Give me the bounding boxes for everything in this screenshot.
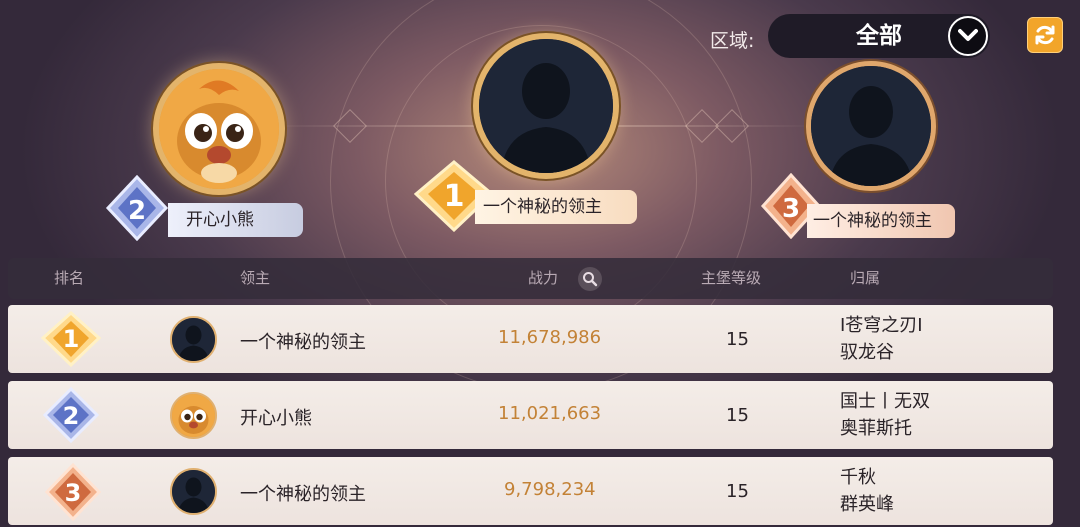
silver-medal-icon: 2 [105, 175, 169, 241]
podium-avatar-1[interactable] [473, 33, 619, 179]
affiliation-alliance: 千秋 [840, 467, 876, 488]
power-value: 11,678,986 [498, 327, 602, 348]
affiliation-alliance: I苍穹之刃I [840, 315, 923, 336]
affiliation-server: 驭龙谷 [840, 342, 894, 363]
ranking-table-header: 排名 领主 战力 主堡等级 归属 [8, 258, 1053, 299]
silver-medal-icon: 2 [43, 387, 99, 443]
lord-name: 一个神秘的领主 [240, 332, 366, 353]
affiliation-server: 奥菲斯托 [840, 418, 912, 439]
silhouette-icon [172, 470, 215, 513]
chevron-down-icon[interactable] [948, 16, 988, 56]
avatar[interactable] [170, 392, 217, 439]
gold-medal-icon: 1 [41, 311, 101, 367]
podium-name-3: 一个神秘的领主 [807, 204, 955, 238]
podium-name-1: 一个神秘的领主 [475, 190, 637, 224]
avatar[interactable] [170, 316, 217, 363]
refresh-icon [1035, 25, 1055, 45]
castle-level: 15 [726, 329, 749, 350]
affiliation-alliance: 国士丨无双 [840, 391, 930, 412]
svg-text:2: 2 [63, 402, 80, 430]
silhouette-icon [811, 66, 931, 186]
refresh-button[interactable] [1027, 17, 1063, 53]
silhouette-icon [172, 318, 215, 361]
region-label: 区域: [710, 30, 755, 52]
svg-text:1: 1 [63, 325, 80, 353]
table-row[interactable]: 1 一个神秘的领主 11,678,986 15 I苍穹之刃I 驭龙谷 [8, 305, 1053, 373]
podium-avatar-3[interactable] [806, 61, 936, 191]
podium-name-2: 开心小熊 [168, 203, 303, 237]
lord-name: 开心小熊 [240, 408, 312, 429]
bronze-medal-icon: 3 [45, 463, 101, 521]
avatar[interactable] [170, 468, 217, 515]
table-row[interactable]: 3 一个神秘的领主 9,798,234 15 千秋 群英峰 [8, 457, 1053, 525]
header-lord: 领主 [240, 269, 271, 287]
castle-level: 15 [726, 405, 749, 426]
header-affiliation: 归属 [850, 269, 881, 287]
lord-name: 一个神秘的领主 [240, 484, 366, 505]
svg-text:3: 3 [65, 479, 82, 507]
silhouette-icon [479, 39, 613, 173]
bear-avatar-icon [159, 69, 279, 189]
svg-text:1: 1 [444, 179, 465, 214]
header-castle-level: 主堡等级 [701, 269, 762, 287]
affiliation-server: 群英峰 [840, 494, 894, 515]
power-value: 9,798,234 [504, 479, 596, 500]
power-search-button[interactable] [578, 267, 602, 291]
table-row[interactable]: 2 开心小熊 11,021,663 15 国士丨无双 奥菲斯托 [8, 381, 1053, 449]
header-rank: 排名 [54, 269, 85, 287]
power-value: 11,021,663 [498, 403, 602, 424]
podium-avatar-2[interactable] [153, 63, 285, 195]
search-icon [583, 272, 598, 287]
svg-text:3: 3 [782, 194, 800, 224]
svg-text:2: 2 [128, 196, 146, 226]
header-power: 战力 [528, 269, 559, 287]
castle-level: 15 [726, 481, 749, 502]
bear-avatar-icon [172, 394, 215, 437]
region-dropdown[interactable]: 全部 [768, 14, 990, 58]
